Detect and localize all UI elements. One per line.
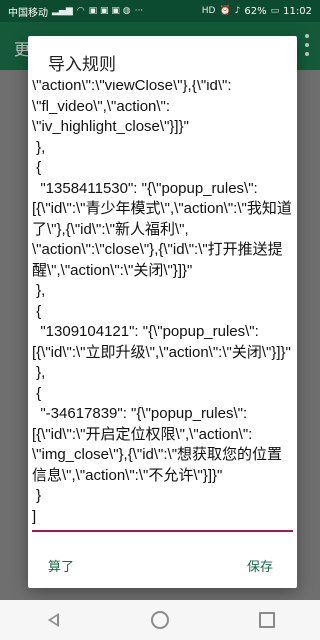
- battery-icon: ▭: [270, 6, 280, 16]
- navigation-bar: [0, 600, 320, 640]
- wifi-icon: ◠: [76, 6, 85, 16]
- carrier-label: 中国移动: [8, 7, 48, 19]
- status-bar: 中国移动 ▂▄▆ ◠ ▣ ▣ ▣ ◍ ··· HD ⏰ ♪ 62% ▭ 11:0…: [0, 0, 320, 22]
- dialog-title: 导入规则: [48, 55, 116, 75]
- clock: 11:02: [283, 5, 312, 17]
- status-left: 中国移动 ▂▄▆ ◠ ▣ ▣ ▣ ◍ ···: [8, 4, 143, 19]
- home-button[interactable]: [140, 605, 180, 635]
- rules-text-content[interactable]: \"action\":\"viewClose\"},{\"id\": \"fl_…: [32, 80, 294, 527]
- status-right: HD ⏰ ♪ 62% ▭ 11:02: [202, 6, 312, 17]
- save-button[interactable]: 保存: [247, 556, 273, 575]
- hd-icon: HD: [201, 6, 216, 16]
- back-button[interactable]: [33, 605, 73, 635]
- cancel-button[interactable]: 算了: [48, 556, 74, 575]
- notification-icons: ▣ ▣ ▣ ◍: [88, 6, 131, 16]
- mute-icon: ♪: [234, 6, 241, 16]
- overflow-menu-icon[interactable]: [304, 34, 310, 56]
- editor-underline: [32, 530, 293, 532]
- more-notifications-icon: ···: [134, 6, 144, 16]
- alarm-icon: ⏰: [219, 6, 231, 16]
- recents-button[interactable]: [247, 605, 287, 635]
- signal-icon: ▂▄▆: [52, 6, 73, 16]
- import-rules-dialog: 导入规则 \"action\":\"viewClose\"},{\"id\": …: [28, 36, 297, 588]
- home-icon: [150, 611, 169, 629]
- back-icon: [47, 613, 59, 627]
- rules-text-editor[interactable]: \"action\":\"viewClose\"},{\"id\": \"fl_…: [28, 80, 297, 536]
- battery-percent: 62%: [244, 5, 267, 17]
- recents-icon: [258, 612, 275, 628]
